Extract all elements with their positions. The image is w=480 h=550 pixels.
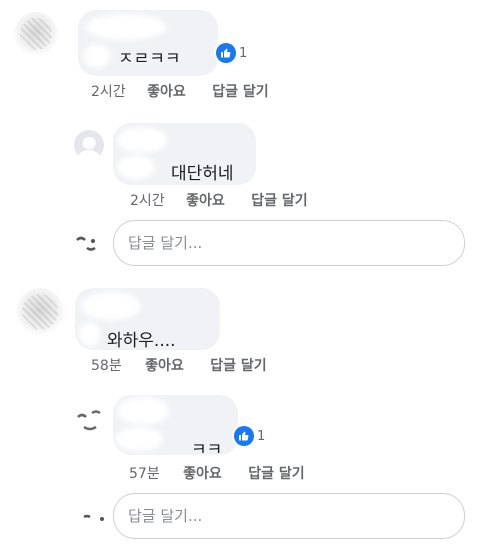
current-user-avatar [83, 514, 104, 521]
redacted-author-name [117, 127, 167, 153]
comment-bubble: 와하우.... [75, 288, 220, 351]
reply-actions: 2시간 좋아요 답글 달기 [130, 190, 308, 210]
reply-button[interactable]: 답글 달기 [210, 358, 266, 374]
comment-bubble: ㅈㄹㅋㅋ [78, 10, 218, 76]
reply-2: ㅋㅋ 1 57분 좋아요 답글 달기 [0, 385, 480, 485]
reaction-badge[interactable]: 1 [216, 43, 247, 63]
redacted-text [79, 322, 101, 346]
reply-author-avatar[interactable] [74, 403, 106, 435]
comment-author-avatar[interactable] [16, 288, 64, 336]
like-button[interactable]: 좋아요 [145, 358, 184, 374]
comment-time[interactable]: 2시간 [91, 84, 126, 100]
comment-time[interactable]: 58분 [91, 358, 122, 374]
comment-text: 와하우.... [107, 331, 176, 351]
reply-input-box[interactable] [113, 220, 465, 266]
reply-composer-2 [0, 493, 480, 539]
reply-bubble: 대단허네 [113, 123, 256, 185]
comment-actions: 58분 좋아요 답글 달기 [91, 355, 267, 375]
redacted-author-name [117, 397, 169, 425]
reaction-count: 1 [239, 45, 248, 61]
reaction-count: 1 [257, 428, 266, 444]
thumbs-up-icon [234, 426, 254, 446]
reply-button[interactable]: 답글 달기 [212, 84, 268, 100]
default-profile-icon [82, 136, 96, 150]
reply-text: 대단허네 [171, 164, 234, 184]
reply-composer-1 [0, 220, 480, 266]
reply-input[interactable] [128, 494, 450, 538]
like-button[interactable]: 좋아요 [147, 84, 186, 100]
reply-bubble: ㅋㅋ [113, 395, 238, 460]
comment-2: 와하우.... 58분 좋아요 답글 달기 [0, 280, 480, 380]
reply-text: ㅋㅋ [191, 440, 223, 460]
current-user-avatar [76, 236, 96, 251]
comment-text: ㅈㄹㅋㅋ [118, 49, 181, 69]
reply-time[interactable]: 2시간 [130, 193, 165, 209]
thumbs-up-icon [216, 43, 236, 63]
like-button[interactable]: 좋아요 [186, 193, 225, 209]
redacted-text [84, 44, 110, 68]
reply-time[interactable]: 57분 [129, 466, 160, 482]
redacted-author-name [81, 292, 141, 320]
comment-author-avatar[interactable] [14, 12, 58, 56]
redacted-text [115, 427, 163, 451]
reaction-badge[interactable]: 1 [234, 426, 265, 446]
reply-input-box[interactable] [113, 493, 465, 539]
reply-button[interactable]: 답글 달기 [251, 193, 307, 209]
redacted-text [117, 155, 155, 179]
reply-actions: 57분 좋아요 답글 달기 [129, 463, 305, 483]
redacted-author-name [86, 14, 166, 40]
reply-input[interactable] [128, 221, 450, 265]
reply-1: 대단허네 2시간 좋아요 답글 달기 [0, 110, 480, 220]
reply-author-avatar[interactable] [74, 130, 104, 160]
comment-1: ㅈㄹㅋㅋ 1 2시간 좋아요 답글 달기 [0, 0, 480, 110]
reply-button[interactable]: 답글 달기 [248, 466, 304, 482]
comment-actions: 2시간 좋아요 답글 달기 [91, 81, 269, 101]
like-button[interactable]: 좋아요 [183, 466, 222, 482]
